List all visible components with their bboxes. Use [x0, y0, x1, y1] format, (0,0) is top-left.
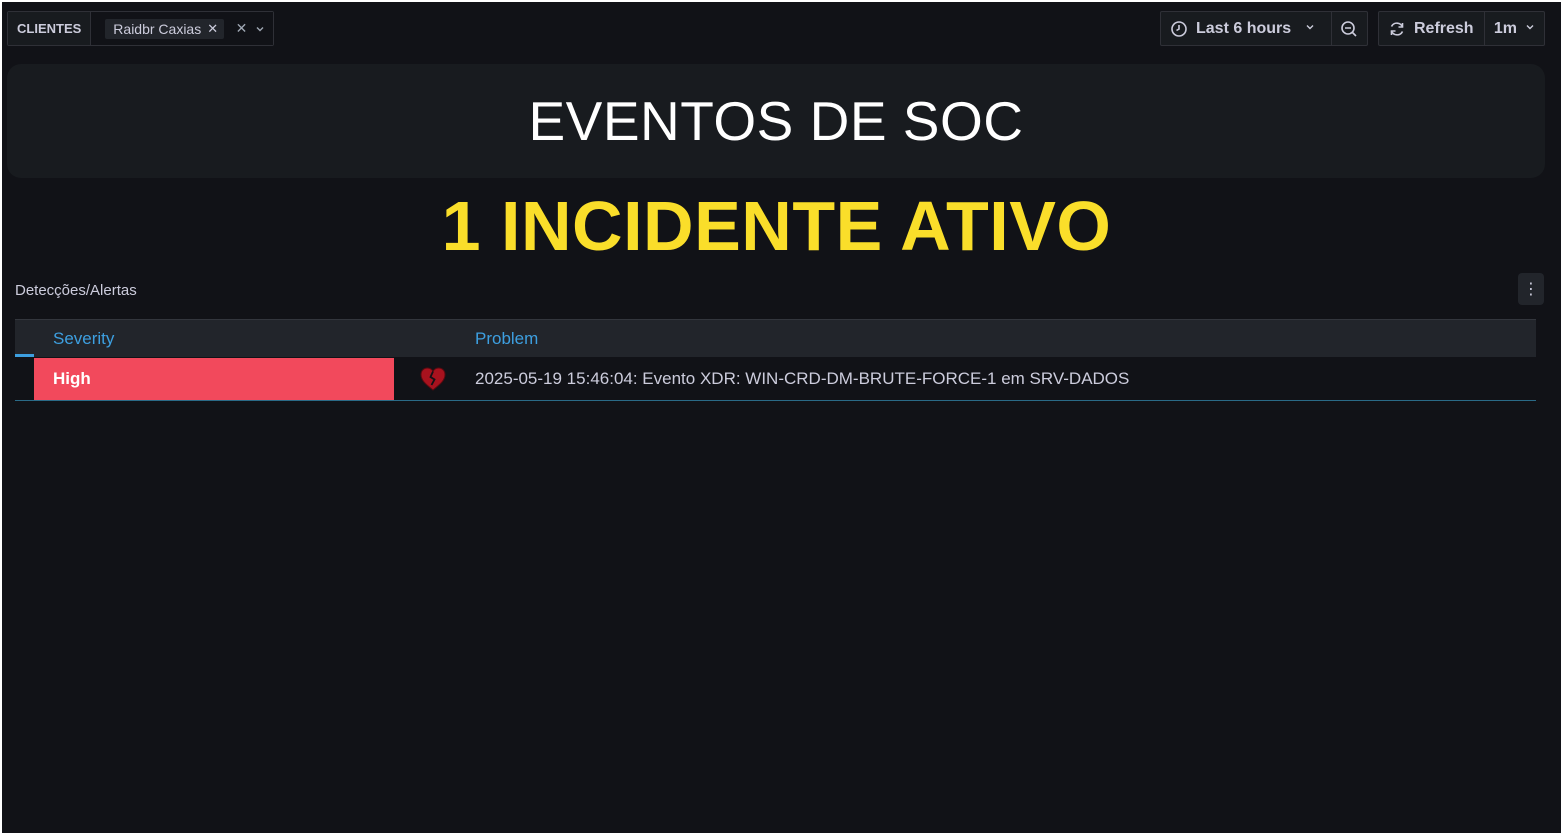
refresh-interval-picker[interactable]: 1m	[1483, 12, 1544, 45]
panel-menu-button[interactable]: ⋮	[1518, 273, 1544, 305]
variable-picker-clientes: CLIENTES Raidbr Caxias ✕ ✕	[7, 11, 275, 46]
variable-select[interactable]: Raidbr Caxias ✕ ✕	[91, 12, 274, 45]
incident-count-stat: 1 INCIDENTE ATIVO	[441, 187, 1112, 265]
time-range-group: Last 6 hours	[1160, 11, 1368, 46]
refresh-group: Refresh 1m	[1378, 11, 1545, 46]
kebab-menu-icon: ⋮	[1523, 281, 1539, 298]
dashboard: CLIENTES Raidbr Caxias ✕ ✕ Last 6 hours	[2, 2, 1561, 833]
sync-icon	[1388, 20, 1406, 38]
refresh-button[interactable]: Refresh	[1379, 12, 1484, 45]
column-header-severity[interactable]: Severity	[53, 320, 114, 357]
refresh-interval-label: 1m	[1493, 19, 1517, 37]
chip-remove-icon[interactable]: ✕	[207, 21, 218, 37]
column-header-problem[interactable]: Problem	[475, 320, 538, 357]
broken-heart-icon	[419, 366, 447, 392]
clear-icon[interactable]: ✕	[236, 20, 248, 37]
chevron-down-icon	[1305, 22, 1315, 35]
variable-label: CLIENTES	[8, 12, 92, 45]
variable-chip-label: Raidbr Caxias	[113, 20, 202, 37]
table-row[interactable]: High 2025-05-19 15:46:04: Evento XDR: WI…	[15, 357, 1536, 401]
panel-heading: EVENTOS DE SOC	[528, 90, 1024, 152]
clock-icon	[1170, 20, 1188, 38]
time-range-label: Last 6 hours	[1196, 19, 1292, 37]
chevron-down-icon	[1525, 22, 1535, 35]
panel-title: Detecções/Alertas	[15, 282, 137, 299]
chevron-down-icon[interactable]	[255, 21, 265, 37]
table-header: Severity Problem	[15, 319, 1536, 357]
title-panel: EVENTOS DE SOC	[7, 64, 1545, 178]
zoom-out-button[interactable]	[1331, 12, 1366, 45]
refresh-label: Refresh	[1414, 19, 1474, 37]
zoom-out-icon	[1340, 20, 1358, 38]
detections-table: Severity Problem High 2025-05-19 15:46:0…	[15, 319, 1536, 401]
variable-controls: ✕	[236, 20, 266, 37]
severity-cell: High	[34, 358, 394, 400]
problem-cell: 2025-05-19 15:46:04: Evento XDR: WIN-CRD…	[475, 369, 1130, 388]
time-range-picker[interactable]: Last 6 hours	[1161, 12, 1331, 45]
variable-chip: Raidbr Caxias ✕	[105, 18, 225, 39]
